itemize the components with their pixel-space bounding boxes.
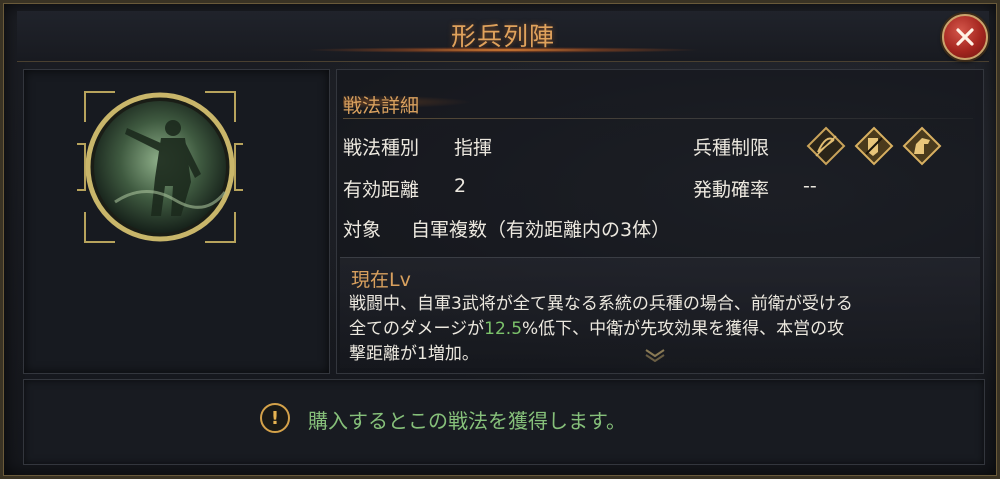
activation-chance-label: 発動確率 bbox=[693, 179, 770, 201]
description-line-1: 戦闘中、自軍3武将が全て異なる系統の兵種の場合、前衛が受ける bbox=[349, 294, 853, 314]
description-line-2-start: 全てのダメージが bbox=[349, 319, 485, 339]
close-button[interactable] bbox=[942, 14, 988, 60]
target-label: 対象 bbox=[343, 219, 382, 241]
troop-limit-icons bbox=[806, 126, 946, 166]
infantry-troop-icon[interactable] bbox=[854, 126, 894, 166]
close-icon bbox=[956, 28, 974, 46]
skill-type-value: 指揮 bbox=[454, 137, 493, 159]
effective-range-value: 2 bbox=[454, 175, 467, 197]
skill-emblem-icon bbox=[77, 91, 243, 243]
cavalry-troop-icon[interactable] bbox=[902, 126, 942, 166]
section-title: 戦法詳細 bbox=[343, 95, 420, 117]
exclamation-icon: ! bbox=[260, 403, 290, 433]
description-line-2: 全てのダメージが12.5%低下、中衛が先攻効果を獲得、本営の攻 bbox=[349, 317, 965, 342]
troop-limit-label: 兵種制限 bbox=[693, 137, 770, 159]
section-divider bbox=[343, 118, 973, 119]
scroll-down-chevron-icon[interactable] bbox=[643, 348, 667, 362]
description-line-2-end: %低下、中衛が先攻効果を獲得、本営の攻 bbox=[522, 319, 845, 339]
effective-range-label: 有効距離 bbox=[343, 179, 420, 201]
skill-type-label: 戦法種別 bbox=[343, 137, 420, 159]
purchase-info-text: 購入するとこの戦法を獲得します。 bbox=[308, 409, 626, 433]
skill-detail-window: 形兵列陣 戦法詳細 戦法種別 指揮 兵種制限 有効距離 2 発動確率 -- 対象… bbox=[0, 0, 1000, 479]
archer-troop-icon[interactable] bbox=[806, 126, 846, 166]
target-value: 自軍複数（有効距離内の3体） bbox=[411, 219, 671, 241]
damage-reduction-value: 12.5 bbox=[484, 319, 523, 339]
activation-chance-value: -- bbox=[803, 175, 817, 197]
window-title: 形兵列陣 bbox=[450, 22, 555, 51]
current-level-title: 現在Lv bbox=[351, 269, 411, 291]
